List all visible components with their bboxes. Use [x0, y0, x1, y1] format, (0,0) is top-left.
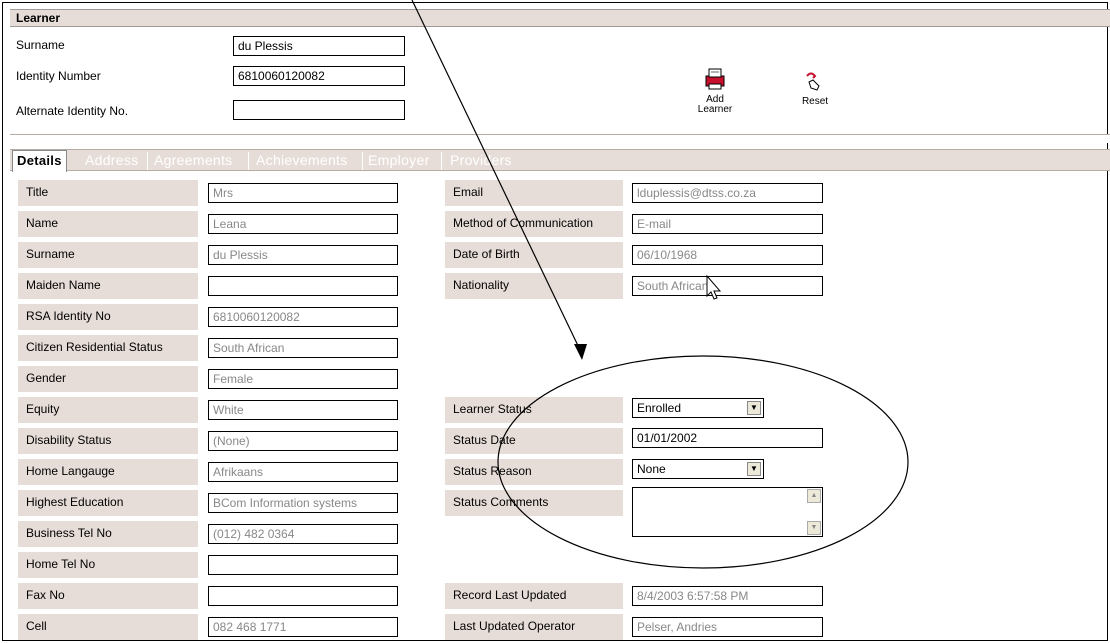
last-updated-operator-field[interactable]: Pelser, Andries: [632, 617, 823, 637]
tab-agreements[interactable]: Agreements: [154, 152, 232, 168]
status-date-label: Status Date: [445, 428, 623, 454]
record-last-updated-field[interactable]: 8/4/2003 6:57:58 PM: [632, 586, 823, 606]
method-of-communication-field[interactable]: E-mail: [632, 214, 823, 234]
status-reason-select[interactable]: None ▼: [632, 459, 764, 479]
status-comments-textarea[interactable]: ▲ ▼: [632, 487, 823, 537]
surname-input[interactable]: du Plessis: [233, 36, 405, 56]
maiden-name-label: Maiden Name: [18, 273, 198, 299]
last-updated-operator-label: Last Updated Operator: [445, 614, 623, 640]
record-last-updated-label: Record Last Updated: [445, 583, 623, 609]
status-comments-scrollbar[interactable]: ▲ ▼: [807, 489, 821, 535]
maiden-name-field[interactable]: [208, 276, 398, 296]
nationality-field[interactable]: South African: [632, 276, 823, 296]
method-of-communication-label: Method of Communication: [445, 211, 623, 237]
learner-status-value: Enrolled: [637, 401, 682, 415]
alternate-identity-label: Alternate Identity No.: [16, 104, 129, 118]
email-label: Email: [445, 180, 623, 206]
fax-field[interactable]: [208, 586, 398, 606]
date-of-birth-label: Date of Birth: [445, 242, 623, 268]
alternate-identity-input[interactable]: [233, 100, 405, 120]
section-divider: [10, 134, 1110, 143]
disability-status-field[interactable]: (None): [208, 431, 398, 451]
tab-divider: [248, 152, 249, 170]
gender-label: Gender: [18, 366, 198, 392]
home-language-label: Home Langauge: [18, 459, 198, 485]
cell-field[interactable]: 082 468 1771: [208, 617, 398, 637]
rsa-identity-field[interactable]: 6810060120082: [208, 307, 398, 327]
rsa-identity-label: RSA Identity No: [18, 304, 198, 330]
learner-status-select[interactable]: Enrolled ▼: [632, 398, 764, 418]
tab-providers[interactable]: Providers: [450, 152, 512, 168]
reset-button[interactable]: Reset: [795, 70, 835, 107]
home-tel-label: Home Tel No: [18, 552, 198, 578]
cell-label: Cell: [18, 614, 198, 640]
tab-achievements[interactable]: Achievements: [256, 152, 348, 168]
surname-detail-label: Surname: [18, 242, 198, 268]
identity-number-label: Identity Number: [16, 69, 101, 83]
business-tel-field[interactable]: (012) 482 0364: [208, 524, 398, 544]
name-label: Name: [18, 211, 198, 237]
status-reason-value: None: [637, 462, 666, 476]
status-date-field[interactable]: 01/01/2002: [632, 428, 823, 448]
citizen-status-label: Citizen Residential Status: [18, 335, 198, 361]
reset-label: Reset: [801, 96, 829, 107]
add-learner-label-2: Learner: [697, 104, 733, 115]
tab-details[interactable]: Details: [12, 150, 67, 172]
highest-education-field[interactable]: BCom Information systems: [208, 493, 398, 513]
citizen-status-field[interactable]: South African: [208, 338, 398, 358]
highest-education-label: Highest Education: [18, 490, 198, 516]
scroll-down-icon[interactable]: ▼: [807, 521, 821, 535]
learner-header-title: Learner: [16, 11, 61, 25]
status-comments-label: Status Comments: [445, 490, 623, 516]
equity-label: Equity: [18, 397, 198, 423]
learner-header-bar: [10, 9, 1110, 27]
learner-status-label: Learner Status: [445, 397, 623, 423]
surname-label: Surname: [16, 38, 65, 52]
nationality-label: Nationality: [445, 273, 623, 299]
status-reason-label: Status Reason: [445, 459, 623, 485]
chevron-down-icon[interactable]: ▼: [747, 401, 761, 415]
home-tel-field[interactable]: [208, 555, 398, 575]
title-label: Title: [18, 180, 198, 206]
tab-divider: [441, 152, 442, 170]
disability-status-label: Disability Status: [18, 428, 198, 454]
chevron-down-icon[interactable]: ▼: [747, 462, 761, 476]
email-field[interactable]: lduplessis@dtss.co.za: [632, 183, 823, 203]
hand-reset-icon: [806, 72, 820, 91]
scroll-up-icon[interactable]: ▲: [807, 489, 821, 503]
printer-add-icon: [705, 68, 725, 90]
tab-employer[interactable]: Employer: [368, 152, 430, 168]
tab-divider: [147, 152, 148, 170]
identity-number-input[interactable]: 6810060120082: [233, 66, 405, 86]
tab-address[interactable]: Address: [85, 152, 138, 168]
date-of-birth-field[interactable]: 06/10/1968: [632, 245, 823, 265]
home-language-field[interactable]: Afrikaans: [208, 462, 398, 482]
gender-field[interactable]: Female: [208, 369, 398, 389]
name-field[interactable]: Leana: [208, 214, 398, 234]
add-learner-button[interactable]: Add Learner: [695, 66, 735, 115]
title-field[interactable]: Mrs: [208, 183, 398, 203]
surname-detail-field[interactable]: du Plessis: [208, 245, 398, 265]
fax-label: Fax No: [18, 583, 198, 609]
equity-field[interactable]: White: [208, 400, 398, 420]
business-tel-label: Business Tel No: [18, 521, 198, 547]
tab-divider: [362, 152, 363, 170]
